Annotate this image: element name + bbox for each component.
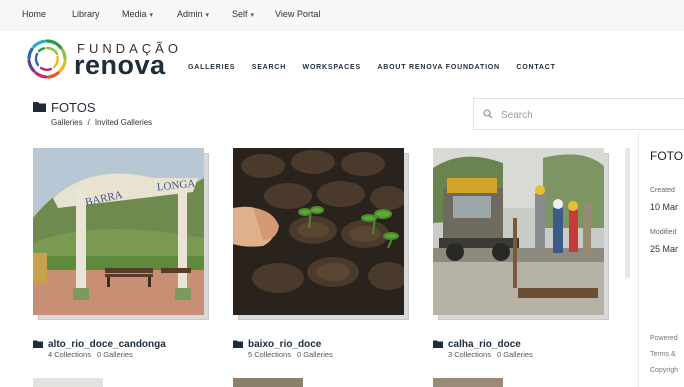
gallery-image [433,148,604,315]
admin-self-label: Self [232,9,248,19]
footer-terms[interactable]: Terms & [650,351,676,358]
gallery-name: calha_rio_doce [448,339,521,350]
gallery-scrollbar[interactable] [625,148,630,278]
chevron-down-icon: ▾ [149,12,154,19]
nav-galleries[interactable]: GALLERIES [188,64,235,71]
gallery-name: alto_rio_doce_candonga [48,339,166,350]
created-value: 10 Mar [650,202,679,212]
gallery-thumbnail[interactable] [433,148,609,320]
galleries-count: 0 Galleries [96,350,133,359]
breadcrumb: Galleries / Invited Galleries [51,118,152,127]
nav-search[interactable]: SEARCH [252,64,286,71]
site-header: FUNDAÇÃO renova GALLERIES SEARCH WORKSPA… [0,31,684,87]
gallery-thumbnail-partial[interactable] [433,378,503,387]
gallery-name: baixo_rio_doce [248,339,322,350]
nav-contact[interactable]: CONTACT [516,64,555,71]
folder-icon [33,102,46,112]
gallery-thumbnail[interactable] [233,148,409,320]
admin-home-link[interactable]: Home [22,9,46,19]
admin-view-portal-link[interactable]: View Portal [275,9,320,19]
nav-about-renova-foundation[interactable]: ABOUT RENOVA FOUNDATION [377,64,500,71]
folder-icon [433,340,443,348]
gallery-thumbnail-partial[interactable] [33,378,103,387]
brand-name[interactable]: renova [74,50,166,81]
footer-powered[interactable]: Powered [650,335,678,342]
breadcrumb-invited-galleries[interactable]: Invited Galleries [95,118,152,127]
admin-admin-label: Admin [177,9,203,19]
footer-copyright[interactable]: Copyrigh [650,367,678,374]
gallery-meta: 3 Collections 0 Galleries [448,350,533,359]
galleries-count: 0 Galleries [296,350,333,359]
gallery-meta: 5 Collections 0 Galleries [248,350,333,359]
info-panel: FOTO Created 10 Mar Modified 25 Mar Powe… [638,131,684,387]
collections-count: 3 Collections [448,350,491,359]
modified-value: 25 Mar [650,244,679,254]
admin-self-menu[interactable]: Self ▾ [232,9,254,19]
admin-media-label: Media [122,9,147,19]
chevron-down-icon: ▾ [250,12,255,19]
folder-icon [233,340,243,348]
admin-library-link[interactable]: Library [72,9,100,19]
search-box [473,98,684,130]
collections-count: 5 Collections [248,350,291,359]
galleries-count: 0 Galleries [496,350,533,359]
search-icon[interactable] [483,109,493,119]
collections-count: 4 Collections [48,350,91,359]
created-label: Created [650,187,675,194]
modified-label: Modified [650,229,677,236]
admin-bar: Home Library Media ▾ Admin ▾ Self ▾ View Po… [0,0,684,30]
nav-workspaces[interactable]: WORKSPACES [303,64,361,71]
admin-media-menu[interactable]: Media ▾ [122,9,153,19]
gallery-image: BARRA LONGA [33,148,204,315]
renova-logo-icon[interactable] [25,37,69,81]
search-input[interactable] [501,107,671,123]
panel-title: FOTO [650,149,684,163]
breadcrumb-galleries[interactable]: Galleries [51,118,83,127]
gallery-meta: 4 Collections 0 Galleries [48,350,133,359]
chevron-down-icon: ▾ [205,12,210,19]
admin-admin-menu[interactable]: Admin ▾ [177,9,209,19]
gallery-image [233,148,404,315]
gallery-thumbnail-partial[interactable] [233,378,303,387]
breadcrumb-separator: / [87,118,90,127]
gallery-thumbnail[interactable]: BARRA LONGA [33,148,209,320]
folder-icon [33,340,43,348]
page-title: FOTOS [51,100,96,115]
main-nav: GALLERIES SEARCH WORKSPACES ABOUT RENOVA… [188,56,568,74]
